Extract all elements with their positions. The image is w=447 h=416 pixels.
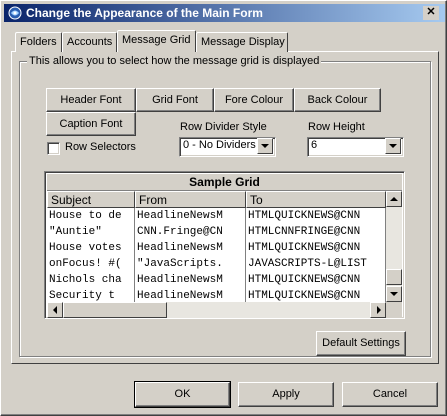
table-cell[interactable]: CNN.Fringe@CN xyxy=(135,224,246,240)
table-cell[interactable]: HeadlineNewsM xyxy=(135,240,246,256)
header-font-label: Header Font xyxy=(60,94,122,106)
table-cell[interactable]: HeadlineNewsM xyxy=(135,272,246,288)
row-divider-style-label: Row Divider Style xyxy=(180,121,267,133)
fore-colour-button[interactable]: Fore Colour xyxy=(214,88,294,112)
table-cell[interactable]: HTMLQUICKNEWS@CNN xyxy=(246,208,386,224)
row-height-value: 6 xyxy=(311,139,318,151)
fore-colour-label: Fore Colour xyxy=(224,94,284,106)
group-caption: This allows you to select how the messag… xyxy=(27,55,322,67)
grid-font-button[interactable]: Grid Font xyxy=(136,88,214,112)
column-header-subject[interactable]: Subject xyxy=(47,191,135,208)
table-cell[interactable]: HeadlineNewsM xyxy=(135,208,246,224)
scrollbar-corner xyxy=(386,302,402,318)
table-cell[interactable]: HTMLQUICKNEWS@CNN xyxy=(246,240,386,256)
tab-message-display[interactable]: Message Display xyxy=(196,32,288,52)
title-bar[interactable]: Change the Appearance of the Main Form ✕ xyxy=(4,4,445,22)
cancel-label: Cancel xyxy=(372,388,408,400)
row-height-label: Row Height xyxy=(308,121,365,133)
dropdown-button[interactable] xyxy=(257,138,273,154)
apply-label: Apply xyxy=(272,388,300,400)
table-cell[interactable]: onFocus! #( xyxy=(47,256,135,272)
arrow-right-icon xyxy=(377,306,381,314)
chevron-down-icon xyxy=(389,144,397,148)
table-cell[interactable]: HTMLQUICKNEWS@CNN xyxy=(246,288,386,302)
row-height-select[interactable]: 6 xyxy=(307,137,404,157)
window-title: Change the Appearance of the Main Form xyxy=(26,6,263,20)
ok-label: OK xyxy=(174,388,191,400)
table-cell[interactable]: House to de xyxy=(47,208,135,224)
table-cell[interactable]: Nichols cha xyxy=(47,272,135,288)
table-cell[interactable]: House votes xyxy=(47,240,135,256)
close-button[interactable]: ✕ xyxy=(423,6,439,20)
row-divider-style-select[interactable]: 0 - No Dividers xyxy=(179,137,276,157)
column-header-from[interactable]: From xyxy=(135,191,246,208)
ok-button[interactable]: OK xyxy=(135,382,230,407)
caption-font-button[interactable]: Caption Font xyxy=(46,112,136,136)
default-settings-button[interactable]: Default Settings xyxy=(316,331,406,356)
row-divider-style-value: 0 - No Dividers xyxy=(183,139,256,151)
scroll-left-button[interactable] xyxy=(47,302,63,318)
chevron-down-icon xyxy=(261,144,269,148)
scroll-thumb[interactable] xyxy=(386,269,402,285)
grid-font-label: Grid Font xyxy=(152,94,198,106)
app-icon xyxy=(7,5,23,21)
arrow-up-icon xyxy=(390,197,398,201)
grid-caption: Sample Grid xyxy=(47,174,402,191)
table-cell[interactable]: HTMLQUICKNEWS@CNN xyxy=(246,272,386,288)
back-colour-label: Back Colour xyxy=(307,94,368,106)
tab-label: Message Display xyxy=(201,36,285,48)
scroll-down-button[interactable] xyxy=(386,286,402,302)
table-cell[interactable]: "JavaScripts. xyxy=(135,256,246,272)
close-icon: ✕ xyxy=(426,6,436,18)
tab-message-grid[interactable]: Message Grid xyxy=(117,30,196,52)
column-header-to[interactable]: To xyxy=(246,191,386,208)
horizontal-scrollbar[interactable] xyxy=(47,302,386,318)
row-selectors-label: Row Selectors xyxy=(65,141,136,153)
table-cell[interactable]: HTMLCNNFRINGE@CNN xyxy=(246,224,386,240)
row-selectors-checkbox[interactable] xyxy=(47,142,60,155)
back-colour-button[interactable]: Back Colour xyxy=(294,88,381,112)
tab-label: Folders xyxy=(20,36,57,48)
scroll-up-button[interactable] xyxy=(386,191,402,207)
arrow-left-icon xyxy=(53,306,57,314)
tab-accounts[interactable]: Accounts xyxy=(62,32,117,52)
scroll-thumb[interactable] xyxy=(63,302,167,318)
vertical-scrollbar[interactable] xyxy=(386,191,402,302)
table-cell[interactable]: JAVASCRIPTS-L@LIST xyxy=(246,256,386,272)
table-cell[interactable]: HeadlineNewsM xyxy=(135,288,246,302)
tab-label: Accounts xyxy=(67,36,113,48)
apply-button[interactable]: Apply xyxy=(238,382,334,407)
table-cell[interactable]: Security t xyxy=(47,288,135,302)
sample-grid[interactable]: Sample Grid Subject From To House to de … xyxy=(44,171,405,319)
dialog-window: Change the Appearance of the Main Form ✕… xyxy=(0,0,447,416)
scroll-right-button[interactable] xyxy=(370,302,386,318)
grid-body: House to de HeadlineNewsM HTMLQUICKNEWS@… xyxy=(47,208,386,302)
caption-font-label: Caption Font xyxy=(59,118,123,130)
cancel-button[interactable]: Cancel xyxy=(342,382,438,407)
header-font-button[interactable]: Header Font xyxy=(46,88,136,112)
dropdown-button[interactable] xyxy=(385,138,401,154)
tab-label: Message Grid xyxy=(122,34,191,46)
arrow-down-icon xyxy=(390,292,398,296)
table-cell[interactable]: "Auntie" xyxy=(47,224,135,240)
default-settings-label: Default Settings xyxy=(322,337,400,349)
tab-folders[interactable]: Folders xyxy=(15,32,62,52)
